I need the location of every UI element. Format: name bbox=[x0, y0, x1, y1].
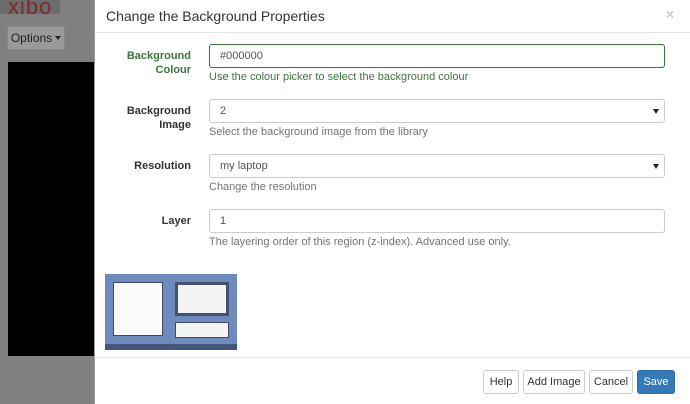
background-image-help: Select the background image from the lib… bbox=[209, 126, 428, 138]
modal-title: Change the Background Properties bbox=[106, 8, 325, 24]
modal-header: Change the Background Properties × bbox=[95, 0, 690, 33]
modal-footer: Help Add Image Cancel Save bbox=[95, 357, 690, 404]
chevron-down-icon bbox=[653, 109, 659, 114]
background-colour-label: Background Colour bbox=[126, 50, 191, 76]
chevron-down-icon bbox=[653, 164, 659, 169]
add-image-button[interactable]: Add Image bbox=[523, 370, 585, 394]
app-logo: xibo bbox=[8, 0, 53, 19]
layer-input[interactable]: 1 bbox=[209, 209, 665, 233]
resolution-select[interactable]: my laptop bbox=[209, 154, 665, 178]
preview-region-top-right bbox=[175, 282, 229, 316]
layer-label: Layer bbox=[161, 215, 191, 227]
background-image-label: Background Image bbox=[126, 105, 191, 131]
layout-preview-thumbnail bbox=[105, 274, 237, 350]
save-button[interactable]: Save bbox=[637, 370, 675, 394]
layer-help: The layering order of this region (z-ind… bbox=[209, 236, 511, 248]
resolution-help: Change the resolution bbox=[209, 181, 317, 193]
close-icon[interactable]: × bbox=[666, 6, 674, 22]
options-label: Options bbox=[10, 31, 53, 45]
background-image-select[interactable]: 2 bbox=[209, 99, 665, 123]
help-button[interactable]: Help bbox=[483, 370, 519, 394]
background-colour-input[interactable]: #000000 bbox=[209, 44, 665, 68]
background-colour-help: Use the colour picker to select the back… bbox=[209, 71, 469, 83]
layout-canvas bbox=[8, 62, 96, 356]
preview-region-left bbox=[113, 282, 163, 336]
cancel-button[interactable]: Cancel bbox=[589, 370, 633, 394]
background-image-value: 2 bbox=[220, 105, 227, 117]
background-properties-modal: Change the Background Properties × Backg… bbox=[94, 0, 690, 404]
preview-region-bottom-right bbox=[175, 322, 229, 338]
preview-bottom-bar bbox=[105, 344, 237, 350]
resolution-value: my laptop bbox=[220, 160, 268, 172]
preview-region-top-right-inner bbox=[178, 285, 226, 313]
caret-down-icon bbox=[55, 36, 62, 40]
resolution-label: Resolution bbox=[134, 160, 191, 172]
options-button[interactable]: Options bbox=[7, 26, 65, 50]
